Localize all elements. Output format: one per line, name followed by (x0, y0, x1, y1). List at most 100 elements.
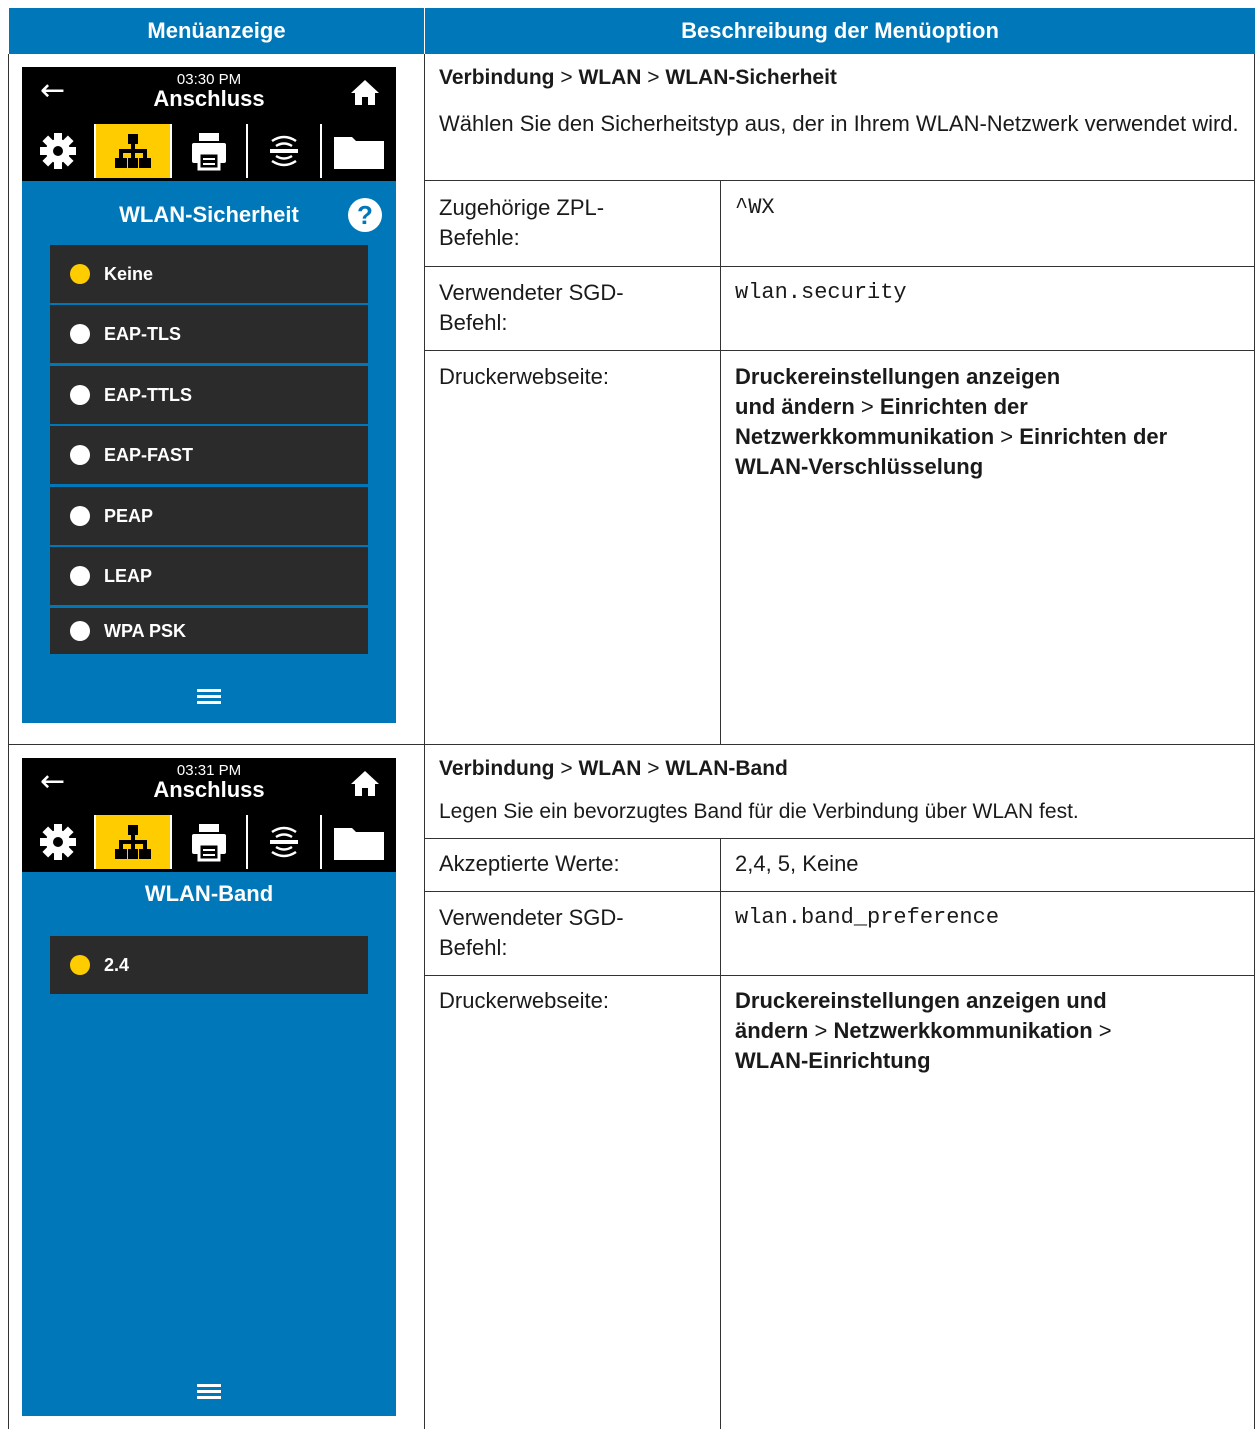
printer-screen-wlan-band: ← 03:31 PM Anschluss WLAN-Band 2.4 (22, 758, 396, 1416)
table-value: wlan.band_preference (735, 905, 1000, 930)
path-part: Verbindung (439, 757, 555, 780)
path-part: WLAN (578, 757, 642, 780)
rfid-icon (270, 826, 298, 858)
table-divider-inner-2 (720, 838, 721, 1429)
table-value: wlan.security (735, 280, 907, 305)
table-value: 2,4, 5, Keine (735, 851, 859, 876)
path-sep: > (647, 66, 660, 89)
web-path-part: Druckereinstellungen anzeigen (735, 364, 1061, 389)
web-path-part: Netzwerkkommunikation (735, 424, 995, 449)
option-wpa-psk[interactable]: WPA PSK (50, 608, 368, 654)
network-icon (115, 134, 151, 168)
path-part: WLAN-Band (665, 757, 788, 780)
path-sep: > (814, 1018, 828, 1043)
table-label: Verwendeter SGD- Befehl: (439, 903, 624, 963)
subrow-divider (424, 266, 1255, 267)
label-line: Befehl: (439, 310, 508, 335)
tab-print[interactable] (172, 815, 246, 869)
option-leap[interactable]: LEAP (50, 547, 368, 605)
label-line: Verwendeter SGD- (439, 280, 624, 305)
table-label: Verwendeter SGD- Befehl: (439, 278, 624, 338)
tab-bar (22, 121, 396, 181)
home-icon[interactable] (348, 75, 382, 109)
row-divider-1 (8, 744, 1255, 745)
path-sep: > (860, 394, 874, 419)
web-path-part: Einrichten der (1019, 424, 1168, 449)
tab-settings[interactable] (22, 815, 94, 869)
tab-settings[interactable] (22, 124, 94, 178)
option-label: Keine (104, 263, 154, 284)
description: Wählen Sie den Sicherheitstyp aus, der i… (439, 111, 1239, 136)
column-header-menu-display: Menüanzeige (9, 8, 424, 54)
option-none[interactable]: Keine (50, 245, 368, 303)
tab-storage[interactable] (322, 124, 396, 178)
path-sep: > (1098, 1018, 1112, 1043)
tab-connection[interactable] (96, 815, 170, 869)
tab-storage[interactable] (322, 815, 396, 869)
web-path: Druckereinstellungen anzeigen und ändern… (735, 362, 1245, 482)
tab-rfid[interactable] (248, 124, 320, 178)
screen-title: Anschluss (153, 86, 265, 111)
description: Legen Sie ein bevorzugtes Band für die V… (439, 800, 1079, 823)
radio-selected-icon (70, 264, 90, 284)
option-label: EAP-TTLS (104, 384, 192, 405)
label-line: Befehle: (439, 225, 520, 250)
gear-icon (40, 824, 76, 860)
web-path-part: WLAN-Verschlüsselung (735, 454, 984, 479)
web-path-part: Einrichten der (879, 394, 1028, 419)
table-label: Druckerwebseite: (439, 988, 609, 1013)
option-label: EAP-FAST (104, 444, 194, 465)
option-label: EAP-TLS (104, 323, 182, 344)
table-value: ^WX (735, 195, 775, 220)
web-path-part: Druckereinstellungen anzeigen und (735, 988, 1107, 1013)
option-peap[interactable]: PEAP (50, 487, 368, 545)
tab-connection[interactable] (96, 124, 170, 178)
path-sep: > (560, 757, 573, 780)
home-icon[interactable] (348, 766, 382, 800)
menu-icon[interactable] (197, 1384, 221, 1400)
network-icon (115, 825, 151, 859)
option-eap-fast[interactable]: EAP-FAST (50, 426, 368, 484)
option-eap-tls[interactable]: EAP-TLS (50, 305, 368, 363)
subrow-divider (424, 891, 1255, 892)
folder-icon (334, 137, 384, 169)
option-eap-ttls[interactable]: EAP-TTLS (50, 366, 368, 424)
screen-title: Anschluss (153, 777, 265, 802)
tab-print[interactable] (172, 124, 246, 178)
radio-icon (70, 566, 90, 586)
label-line: Befehl: (439, 935, 508, 960)
gear-icon (40, 133, 76, 169)
printer-screen-wlan-security: ← 03:30 PM Anschluss WLAN-Sicherheit ? K… (22, 67, 396, 723)
help-icon[interactable]: ? (348, 198, 382, 232)
screen-heading: WLAN-Sicherheit (119, 202, 299, 227)
table-label: Druckerwebseite: (439, 364, 609, 389)
option-label: WPA PSK (104, 620, 187, 641)
printer-icon (192, 824, 226, 862)
menu-icon[interactable] (197, 689, 221, 705)
subrow-divider (424, 975, 1255, 976)
label-line: Verwendeter SGD- (439, 905, 624, 930)
radio-icon (70, 621, 90, 641)
printer-icon (192, 133, 226, 171)
option-label: LEAP (104, 565, 153, 586)
table-divider-main (424, 54, 425, 1429)
table-label: Akzeptierte Werte: (439, 851, 620, 876)
path-part: Verbindung (439, 66, 555, 89)
subrow-divider (424, 180, 1255, 181)
rfid-icon (270, 135, 298, 167)
path-sep: > (560, 66, 573, 89)
screen-heading: WLAN-Band (144, 881, 274, 906)
status-bar: ← 03:30 PM Anschluss (22, 67, 396, 121)
option-2-4[interactable]: 2.4 (50, 936, 368, 994)
menu-path: Verbindung > WLAN > WLAN-Sicherheit (439, 63, 837, 93)
subrow-divider (424, 350, 1255, 351)
path-sep: > (1000, 424, 1014, 449)
radio-icon (70, 445, 90, 465)
table-border-left (8, 54, 9, 744)
radio-icon (70, 385, 90, 405)
path-part: WLAN (578, 66, 642, 89)
radio-icon (70, 324, 90, 344)
tab-rfid[interactable] (248, 815, 320, 869)
table-divider-inner-1 (720, 180, 721, 744)
folder-icon (334, 828, 384, 860)
